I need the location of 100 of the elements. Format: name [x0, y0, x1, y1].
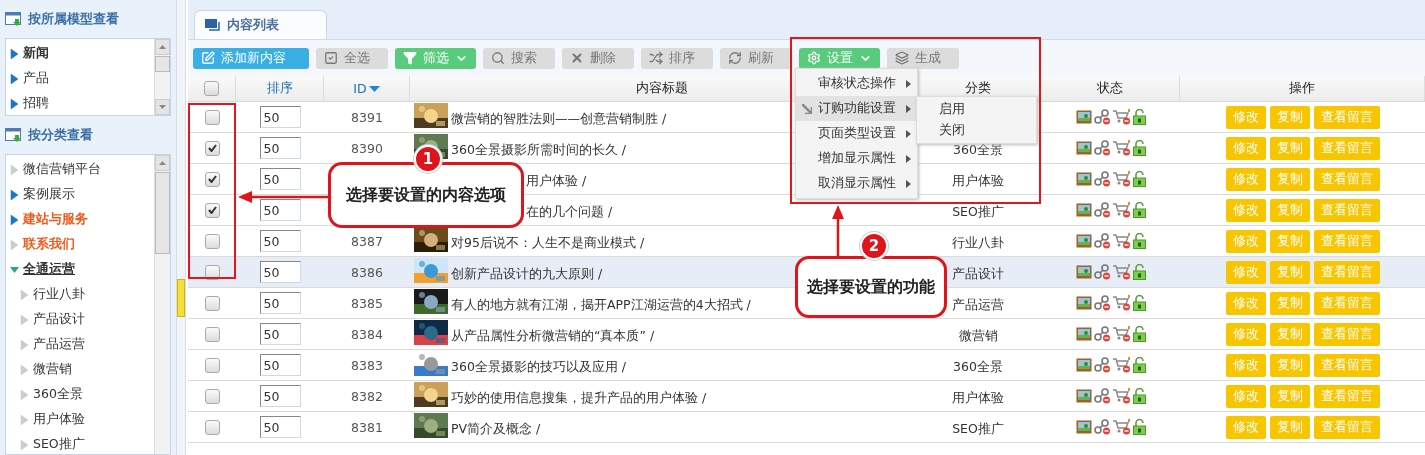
article-title[interactable]: 360全景摄影所需时间的长久 / — [451, 142, 627, 159]
checkbox[interactable] — [204, 109, 220, 125]
lock-icon[interactable] — [1132, 171, 1146, 187]
scroll-up-icon[interactable] — [159, 45, 166, 49]
checkbox[interactable] — [204, 326, 220, 342]
tree-item[interactable]: 360全景 — [6, 382, 154, 407]
collapse-handle[interactable] — [177, 278, 185, 317]
toolbar-button[interactable]: 生成 — [887, 47, 959, 69]
menu-item[interactable]: 关闭 — [917, 120, 1036, 141]
lock-icon[interactable] — [1132, 264, 1146, 280]
checkbox[interactable] — [204, 202, 220, 218]
chain-link-icon[interactable] — [1093, 264, 1111, 280]
list-item[interactable]: 产品 — [6, 66, 154, 91]
order-field[interactable]: 50 — [259, 106, 301, 128]
toolbar-button[interactable]: 全选 — [316, 47, 388, 69]
menu-item[interactable]: 订购功能设置 — [796, 96, 917, 121]
order-field[interactable]: 50 — [259, 323, 301, 345]
order-field[interactable]: 50 — [259, 385, 301, 407]
list-item[interactable]: 招聘 — [6, 91, 154, 115]
order-field[interactable]: 50 — [259, 416, 301, 438]
order-field[interactable]: 50 — [259, 168, 301, 190]
chain-link-icon[interactable] — [1093, 388, 1111, 404]
scroll-down-icon[interactable] — [159, 105, 166, 109]
lock-icon[interactable] — [1132, 202, 1146, 218]
order-field[interactable]: 50 — [259, 137, 301, 159]
order-field[interactable]: 50 — [259, 230, 301, 252]
picture-frame-icon[interactable] — [1075, 234, 1092, 248]
order-field[interactable]: 50 — [259, 292, 301, 314]
picture-frame-icon[interactable] — [1075, 203, 1092, 217]
scrollbar[interactable] — [154, 155, 170, 454]
picture-frame-icon[interactable] — [1075, 389, 1092, 403]
column-header[interactable]: 排序 — [236, 76, 324, 101]
tree-item[interactable]: 微营销 — [6, 357, 154, 382]
scrollbar[interactable] — [154, 39, 170, 115]
lock-icon[interactable] — [1132, 140, 1146, 156]
checkbox[interactable] — [204, 357, 220, 373]
picture-frame-icon[interactable] — [1075, 172, 1092, 186]
lock-icon[interactable] — [1132, 388, 1146, 404]
lock-icon[interactable] — [1132, 295, 1146, 311]
tree-item[interactable]: 用户体验 — [6, 407, 154, 432]
menu-item[interactable]: 页面类型设置 — [796, 121, 917, 146]
chain-link-icon[interactable] — [1093, 357, 1111, 373]
article-title[interactable]: 创新产品设计的九大原则 / — [451, 266, 603, 283]
toolbar-button[interactable]: 删除 — [562, 47, 634, 69]
chain-link-icon[interactable] — [1093, 109, 1111, 125]
toolbar-button[interactable]: 排序 — [641, 47, 713, 69]
picture-frame-icon[interactable] — [1075, 141, 1092, 155]
cart-icon[interactable] — [1112, 171, 1131, 187]
article-title[interactable]: 360全景摄影的技巧以及应用 / — [451, 359, 627, 376]
tree-item[interactable]: 微信营销平台 — [6, 157, 154, 182]
article-title[interactable]: 微营销的智胜法则——创意营销制胜 / — [451, 111, 667, 128]
article-title[interactable]: 有人的地方就有江湖，揭开APP江湖运营的4大招式 / — [451, 297, 751, 314]
menu-item[interactable]: 启用 — [917, 99, 1036, 120]
article-title[interactable]: 巧妙的使用信息搜集，提升产品的用户体验 / — [451, 390, 707, 407]
article-title[interactable]: PV简介及概念 / — [451, 421, 541, 438]
chain-link-icon[interactable] — [1093, 140, 1111, 156]
tree-item[interactable]: 建站与服务 — [6, 207, 154, 232]
checkbox[interactable] — [204, 388, 220, 404]
cart-icon[interactable] — [1112, 357, 1131, 373]
picture-frame-icon[interactable] — [1075, 110, 1092, 124]
checkbox[interactable] — [204, 81, 219, 96]
scroll-thumb[interactable] — [155, 172, 170, 254]
checkbox[interactable] — [204, 171, 220, 187]
toolbar-button[interactable]: 搜索 — [483, 47, 555, 69]
picture-frame-icon[interactable] — [1075, 358, 1092, 372]
order-field[interactable]: 50 — [259, 199, 301, 221]
lock-icon[interactable] — [1132, 419, 1146, 435]
picture-frame-icon[interactable] — [1075, 327, 1092, 341]
cart-icon[interactable] — [1112, 419, 1131, 435]
lock-icon[interactable] — [1132, 109, 1146, 125]
order-field[interactable]: 50 — [259, 354, 301, 376]
chain-link-icon[interactable] — [1093, 419, 1111, 435]
chain-link-icon[interactable] — [1093, 171, 1111, 187]
tab[interactable]: 内容列表 — [194, 10, 327, 39]
list-item[interactable]: 新闻 — [6, 41, 154, 66]
cart-icon[interactable] — [1112, 202, 1131, 218]
cart-icon[interactable] — [1112, 233, 1131, 249]
arrow-icon[interactable] — [10, 73, 19, 84]
tree-item[interactable]: 产品运营 — [6, 332, 154, 357]
chain-link-icon[interactable] — [1093, 295, 1111, 311]
arrow-icon[interactable] — [10, 214, 19, 225]
picture-frame-icon[interactable] — [1075, 420, 1092, 434]
arrow-icon[interactable] — [10, 98, 19, 109]
arrow-icon[interactable] — [10, 189, 19, 200]
toolbar-button[interactable]: 刷新 — [720, 47, 792, 69]
article-title[interactable]: 用户体验 / — [526, 173, 587, 190]
expanded-arrow-icon[interactable] — [10, 264, 19, 275]
chain-link-icon[interactable] — [1093, 326, 1111, 342]
column-header[interactable]: ID — [324, 76, 410, 101]
lock-icon[interactable] — [1132, 326, 1146, 342]
article-title[interactable]: 对95后说不：人生不是商业模式 / — [451, 235, 645, 252]
checkbox[interactable] — [204, 140, 220, 156]
article-title[interactable]: 从产品属性分析微营销的“真本质” / — [451, 328, 655, 345]
cart-icon[interactable] — [1112, 109, 1131, 125]
cart-icon[interactable] — [1112, 326, 1131, 342]
toolbar-button[interactable]: 添加新内容 — [193, 47, 309, 69]
scroll-thumb[interactable] — [155, 56, 170, 72]
cart-icon[interactable] — [1112, 295, 1131, 311]
tree-item[interactable]: SEO推广 — [6, 432, 154, 454]
lock-icon[interactable] — [1132, 233, 1146, 249]
